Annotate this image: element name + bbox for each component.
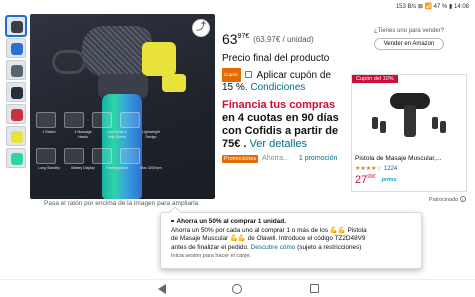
popover-line: de Masaje Muscular 💪💪 de Olawill. Introd… [171, 235, 366, 242]
popover-caret [169, 206, 181, 218]
massage-gun-yellow-button [162, 74, 186, 92]
feature-icon [120, 112, 140, 128]
recent-apps-icon[interactable] [310, 284, 319, 293]
promotions-summary: Ahorra... [262, 155, 289, 162]
ad-product-image [372, 87, 446, 139]
prime-logo: prime [381, 177, 397, 183]
unit-price: (63,97€ / unidad) [253, 35, 314, 44]
popover-title: Ahorra un 50% al comprar 1 unidad. [176, 218, 286, 225]
ad-rating[interactable]: ★★★★☆ 1224 [355, 165, 397, 172]
star-rating-icon: ★★★★☆ [355, 166, 382, 172]
feature-label: Lightweight Design [142, 130, 160, 139]
popover-signin-note: Inicia sesión para hacer el canje. [171, 253, 252, 259]
price-currency: € [245, 33, 250, 40]
feature-label: 4 Massage Heads [74, 130, 92, 139]
thumbnail-image [11, 131, 23, 143]
thumbnail-image [11, 43, 23, 55]
thumbnail-image [11, 65, 23, 77]
thumbnail-image [11, 21, 23, 33]
feature-icon [36, 148, 56, 164]
popover-title-row: Ahorra un 50% al comprar 1 unidad. [171, 218, 411, 227]
popover-line: antes de finalizar el pedido. Descubre c… [171, 244, 411, 253]
price-block: 6397€ (63,97€ / unidad) Precio final del… [222, 28, 344, 163]
feature-label: Long Standby [38, 166, 60, 170]
home-icon[interactable] [232, 284, 242, 294]
right-column: ¿Tienes uno para vender? Vender en Amazo… [351, 18, 467, 203]
ad-attachment [440, 121, 446, 133]
coupon-row: Cupón: Aplicar cupón de 15 %. Condicione… [222, 68, 344, 94]
ad-product-title[interactable]: Pistola de Masaje Muscular,... [355, 155, 465, 162]
feature-icon [120, 148, 140, 164]
coupon-conditions-link[interactable]: Condiciones [250, 82, 305, 93]
ad-price-currency: € [372, 174, 376, 180]
share-icon[interactable]: ⤴ [192, 19, 210, 37]
sponsored-text: Patrocinado [429, 197, 459, 203]
thumbnail-image [11, 87, 23, 99]
product-main-image[interactable]: 1 Switch 4 Massage Heads Low Noise & Hig… [30, 14, 215, 199]
ad-gun-handle [404, 105, 416, 137]
feature-icon [36, 112, 56, 128]
feature-label-row: Long Standby Battery Display Rechargeabl… [36, 166, 171, 171]
financing-highlight: Financia tus compras [222, 99, 336, 111]
status-bar-indicators: 153 B/s ⊠ 📶 47 % ▮ 14:08 [395, 4, 469, 10]
popover-line-text: antes de finalizar el pedido. [171, 243, 249, 251]
financing-offer: Financia tus compras en 4 cuotas en 90 d… [222, 99, 344, 151]
ad-attachment [432, 117, 438, 129]
final-price-label: Precio final del producto [222, 53, 330, 64]
thumbnail[interactable] [6, 60, 26, 80]
feature-icon [64, 148, 84, 164]
ad-attachment [372, 117, 378, 129]
thumbnail[interactable] [6, 148, 26, 168]
price: 6397€ (63,97€ / unidad) [222, 28, 344, 49]
ad-price-whole: 27 [355, 174, 368, 186]
feature-row [36, 148, 171, 164]
thumbnail[interactable] [6, 38, 26, 58]
thumbnail[interactable] [6, 82, 26, 102]
thumbnail-image [11, 109, 23, 121]
thumbnail[interactable] [6, 104, 26, 124]
price-whole: 63 [222, 31, 238, 47]
feature-label: 1 Switch [42, 130, 56, 134]
back-icon[interactable] [158, 284, 166, 294]
sell-on-amazon-button[interactable]: Vender en Amazon [374, 38, 444, 50]
massage-gun-tip [52, 50, 86, 74]
ad-rating-count: 1224 [383, 166, 398, 172]
massage-gun-yellow-panel [142, 42, 176, 76]
thumbnail[interactable] [6, 16, 26, 36]
feature-label: Battery Display [71, 166, 95, 170]
promotions-count-link[interactable]: 1 promoción [299, 155, 338, 162]
promotions-row: Promociones Ahorra... 1 promoción [222, 155, 344, 163]
thumbnail-image [11, 153, 23, 165]
massage-gun-handle [102, 94, 142, 199]
popover-line: Ahorra un 50% por cada uno al comprar 1 … [171, 226, 367, 234]
ad-coupon-tag: Cupón del 10% [352, 75, 398, 83]
android-nav-bar [0, 279, 475, 297]
bullet-icon [171, 219, 174, 222]
status-bar: 153 B/s ⊠ 📶 47 % ▮ 14:08 [0, 0, 475, 13]
feature-label: Rechargeable [106, 166, 128, 170]
feature-row [36, 112, 171, 128]
thumbnail-strip [6, 16, 28, 170]
feature-icon [92, 148, 112, 164]
coupon-badge: Cupón: [222, 68, 241, 82]
ad-attachment [380, 121, 386, 133]
coupon-checkbox[interactable] [245, 71, 253, 78]
feature-label: Max 3200rpm [140, 166, 162, 170]
sponsored-label: Patrocinado i [429, 196, 466, 203]
feature-icon [64, 112, 84, 128]
promotions-badge: Promociones [222, 155, 259, 163]
feature-icon [92, 112, 112, 128]
promotion-popover: Ahorra un 50% al comprar 1 unidad. Ahorr… [160, 206, 422, 269]
popover-restrictions: (sujeto a restricciones) [297, 243, 362, 251]
feature-label: Low Noise & High Speed [107, 130, 127, 139]
sell-question: ¿Tienes uno para vender? [373, 28, 445, 34]
feature-label-row: 1 Switch 4 Massage Heads Low Noise & Hig… [36, 130, 171, 140]
financing-details-link[interactable]: Ver detalles [250, 138, 307, 150]
ad-price: 2799€ prime [355, 174, 397, 186]
sponsored-product-card[interactable]: Cupón del 10% Pistola de Masaje Muscular… [351, 74, 467, 192]
thumbnail[interactable] [6, 126, 26, 146]
discover-how-link[interactable]: Descubre cómo [251, 244, 296, 251]
info-icon[interactable]: i [459, 196, 466, 202]
